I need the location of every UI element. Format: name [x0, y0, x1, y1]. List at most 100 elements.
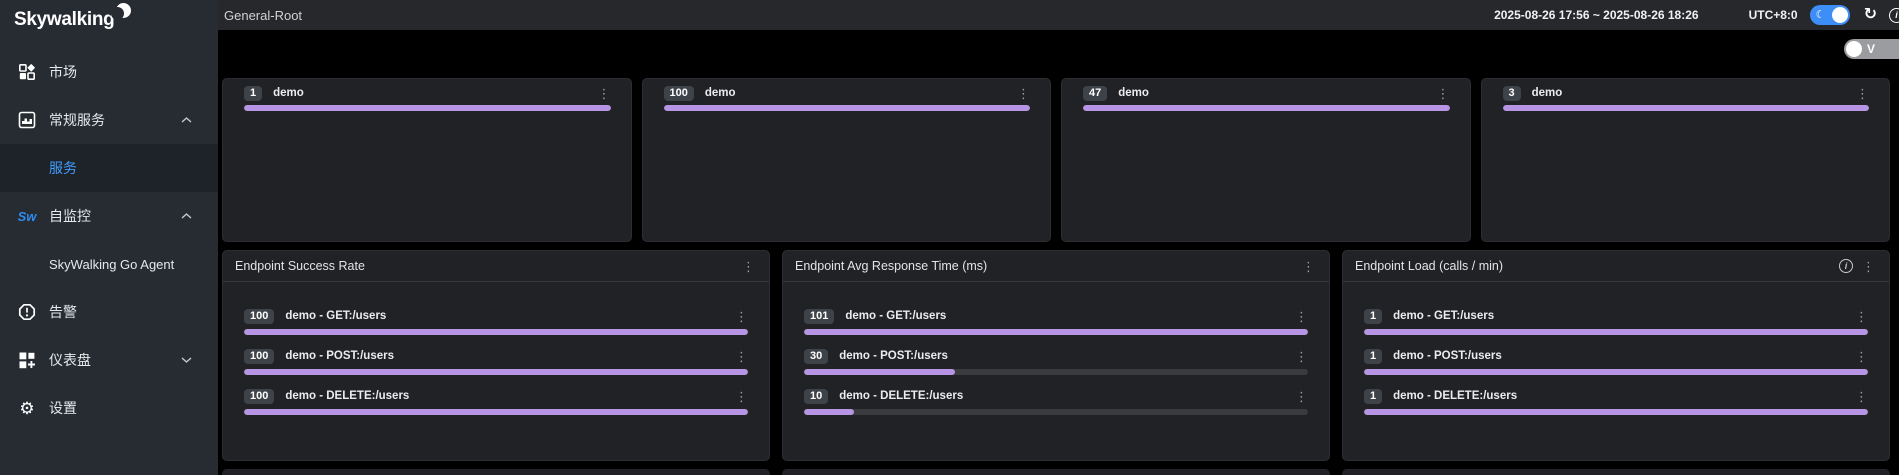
metric-bar	[1364, 369, 1868, 375]
alert-shield-icon	[17, 303, 37, 321]
more-menu-icon[interactable]: ⋮	[1856, 87, 1869, 100]
service-metric-card: 1 demo ⋮	[222, 78, 632, 242]
metric-bar	[244, 329, 748, 335]
chevron-up-icon[interactable]	[181, 117, 192, 123]
metric-bar	[664, 105, 1031, 111]
metric-value-badge: 100	[244, 309, 274, 324]
gear-icon: ⚙	[17, 400, 37, 417]
endpoint-row: 101 demo - GET:/users ⋮	[804, 308, 1308, 335]
sidebar: Skywalking 市场 常规服务	[0, 0, 218, 475]
top-card-row: 1 demo ⋮ 100 demo ⋮ 47 demo ⋮ 3 demo ⋮	[218, 78, 1899, 242]
more-menu-icon[interactable]: ⋮	[1855, 350, 1868, 363]
partial-card-row	[218, 469, 1899, 475]
endpoint-label[interactable]: demo - DELETE:/users	[1393, 390, 1517, 402]
marketplace-icon	[17, 63, 37, 81]
endpoint-label[interactable]: demo - GET:/users	[285, 310, 386, 322]
sidebar-item-self-observability[interactable]: Sw 自监控	[0, 192, 218, 240]
metric-value-badge: 3	[1503, 86, 1521, 101]
moon-icon: ☾	[1816, 10, 1826, 21]
endpoint-label[interactable]: demo - GET:/users	[1393, 310, 1494, 322]
dashboard-grid-plus-icon	[17, 351, 37, 369]
dark-mode-toggle[interactable]: ☾	[1810, 5, 1850, 25]
endpoint-label[interactable]: demo - GET:/users	[845, 310, 946, 322]
refresh-icon[interactable]: ↻	[1864, 7, 1877, 23]
endpoint-row: 1 demo - DELETE:/users ⋮	[1364, 388, 1868, 415]
crescent-moon-icon	[116, 3, 131, 18]
metric-label[interactable]: demo	[1118, 87, 1149, 99]
endpoint-label[interactable]: demo - POST:/users	[839, 350, 948, 362]
card-title: Endpoint Load (calls / min)	[1355, 259, 1503, 273]
endpoint-row: 1 demo - POST:/users ⋮	[1364, 348, 1868, 375]
service-metric-card: 100 demo ⋮	[642, 78, 1052, 242]
sidebar-item-settings[interactable]: ⚙ 设置	[0, 384, 218, 432]
endpoint-label[interactable]: demo - DELETE:/users	[839, 390, 963, 402]
endpoint-label[interactable]: demo - POST:/users	[285, 350, 394, 362]
more-menu-icon[interactable]: ⋮	[1295, 350, 1308, 363]
metric-bar	[244, 105, 611, 111]
info-icon[interactable]: i	[1889, 8, 1899, 23]
endpoint-card-row: Endpoint Success Rate ⋮ 100 demo - GET:/…	[218, 250, 1899, 461]
sidebar-item-label: 设置	[49, 398, 77, 418]
more-menu-icon[interactable]: ⋮	[1862, 260, 1875, 273]
more-menu-icon[interactable]: ⋮	[1437, 87, 1450, 100]
more-menu-icon[interactable]: ⋮	[1017, 87, 1030, 100]
metric-value-badge: 100	[244, 349, 274, 364]
skywalking-sw-icon: Sw	[17, 209, 37, 224]
endpoint-load-card: Endpoint Load (calls / min) i ⋮ 1 demo -…	[1342, 250, 1890, 461]
endpoint-row: 100 demo - GET:/users ⋮	[244, 308, 748, 335]
view-mode-label: V	[1867, 42, 1875, 56]
sidebar-item-label: 常规服务	[49, 110, 105, 130]
chevron-down-icon[interactable]	[181, 357, 192, 363]
metric-label[interactable]: demo	[705, 87, 736, 99]
metric-value-badge: 100	[244, 389, 274, 404]
endpoint-label[interactable]: demo - POST:/users	[1393, 350, 1502, 362]
more-menu-icon[interactable]: ⋮	[735, 390, 748, 403]
metric-bar	[1083, 105, 1450, 111]
endpoint-label[interactable]: demo - DELETE:/users	[285, 390, 409, 402]
endpoint-row: 30 demo - POST:/users ⋮	[804, 348, 1308, 375]
logo-text: Skywalking	[14, 9, 115, 30]
more-menu-icon[interactable]: ⋮	[1302, 260, 1315, 273]
metric-value-badge: 47	[1083, 86, 1107, 101]
sidebar-item-skywalking-go-agent[interactable]: SkyWalking Go Agent	[0, 240, 218, 288]
endpoint-row: 10 demo - DELETE:/users ⋮	[804, 388, 1308, 415]
sidebar-item-marketplace[interactable]: 市场	[0, 48, 218, 96]
more-menu-icon[interactable]: ⋮	[1855, 310, 1868, 323]
partial-card	[782, 469, 1330, 475]
metric-label[interactable]: demo	[273, 87, 304, 99]
sidebar-item-alerting[interactable]: 告警	[0, 288, 218, 336]
view-mode-toggle[interactable]: V	[1844, 39, 1899, 59]
card-title: Endpoint Avg Response Time (ms)	[795, 259, 987, 273]
metric-value-badge: 1	[1364, 389, 1382, 404]
sidebar-item-label: 自监控	[49, 206, 91, 226]
sidebar-item-label: 告警	[49, 302, 77, 322]
metric-value-badge: 1	[244, 86, 262, 101]
card-title: Endpoint Success Rate	[235, 259, 365, 273]
chevron-up-icon[interactable]	[181, 213, 192, 219]
more-menu-icon[interactable]: ⋮	[1855, 390, 1868, 403]
time-range-picker[interactable]: 2025-08-26 17:56 ~ 2025-08-26 18:26	[1494, 8, 1699, 22]
toggle-knob	[1846, 41, 1862, 57]
metric-bar	[244, 369, 748, 375]
skywalking-logo: Skywalking	[0, 0, 218, 31]
sidebar-item-label: 服务	[49, 158, 77, 178]
more-menu-icon[interactable]: ⋮	[735, 350, 748, 363]
sidebar-menu: 市场 常规服务 服务 Sw 自监控 SkyWalki	[0, 48, 218, 432]
sidebar-item-general-service[interactable]: 常规服务	[0, 96, 218, 144]
more-menu-icon[interactable]: ⋮	[598, 87, 611, 100]
more-menu-icon[interactable]: ⋮	[1295, 310, 1308, 323]
timezone-label[interactable]: UTC+8:0	[1749, 8, 1798, 22]
info-icon[interactable]: i	[1839, 259, 1853, 273]
metric-value-badge: 101	[804, 309, 834, 324]
sidebar-item-dashboards[interactable]: 仪表盘	[0, 336, 218, 384]
service-metric-card: 3 demo ⋮	[1481, 78, 1891, 242]
metric-bar	[804, 329, 1308, 335]
dashboard-title: General-Root	[224, 8, 302, 23]
sidebar-item-service[interactable]: 服务	[0, 144, 218, 192]
topbar-controls: 2025-08-26 17:56 ~ 2025-08-26 18:26 UTC+…	[1494, 5, 1895, 25]
metric-label[interactable]: demo	[1532, 87, 1563, 99]
more-menu-icon[interactable]: ⋮	[742, 260, 755, 273]
metric-bar	[244, 409, 748, 415]
more-menu-icon[interactable]: ⋮	[735, 310, 748, 323]
more-menu-icon[interactable]: ⋮	[1295, 390, 1308, 403]
